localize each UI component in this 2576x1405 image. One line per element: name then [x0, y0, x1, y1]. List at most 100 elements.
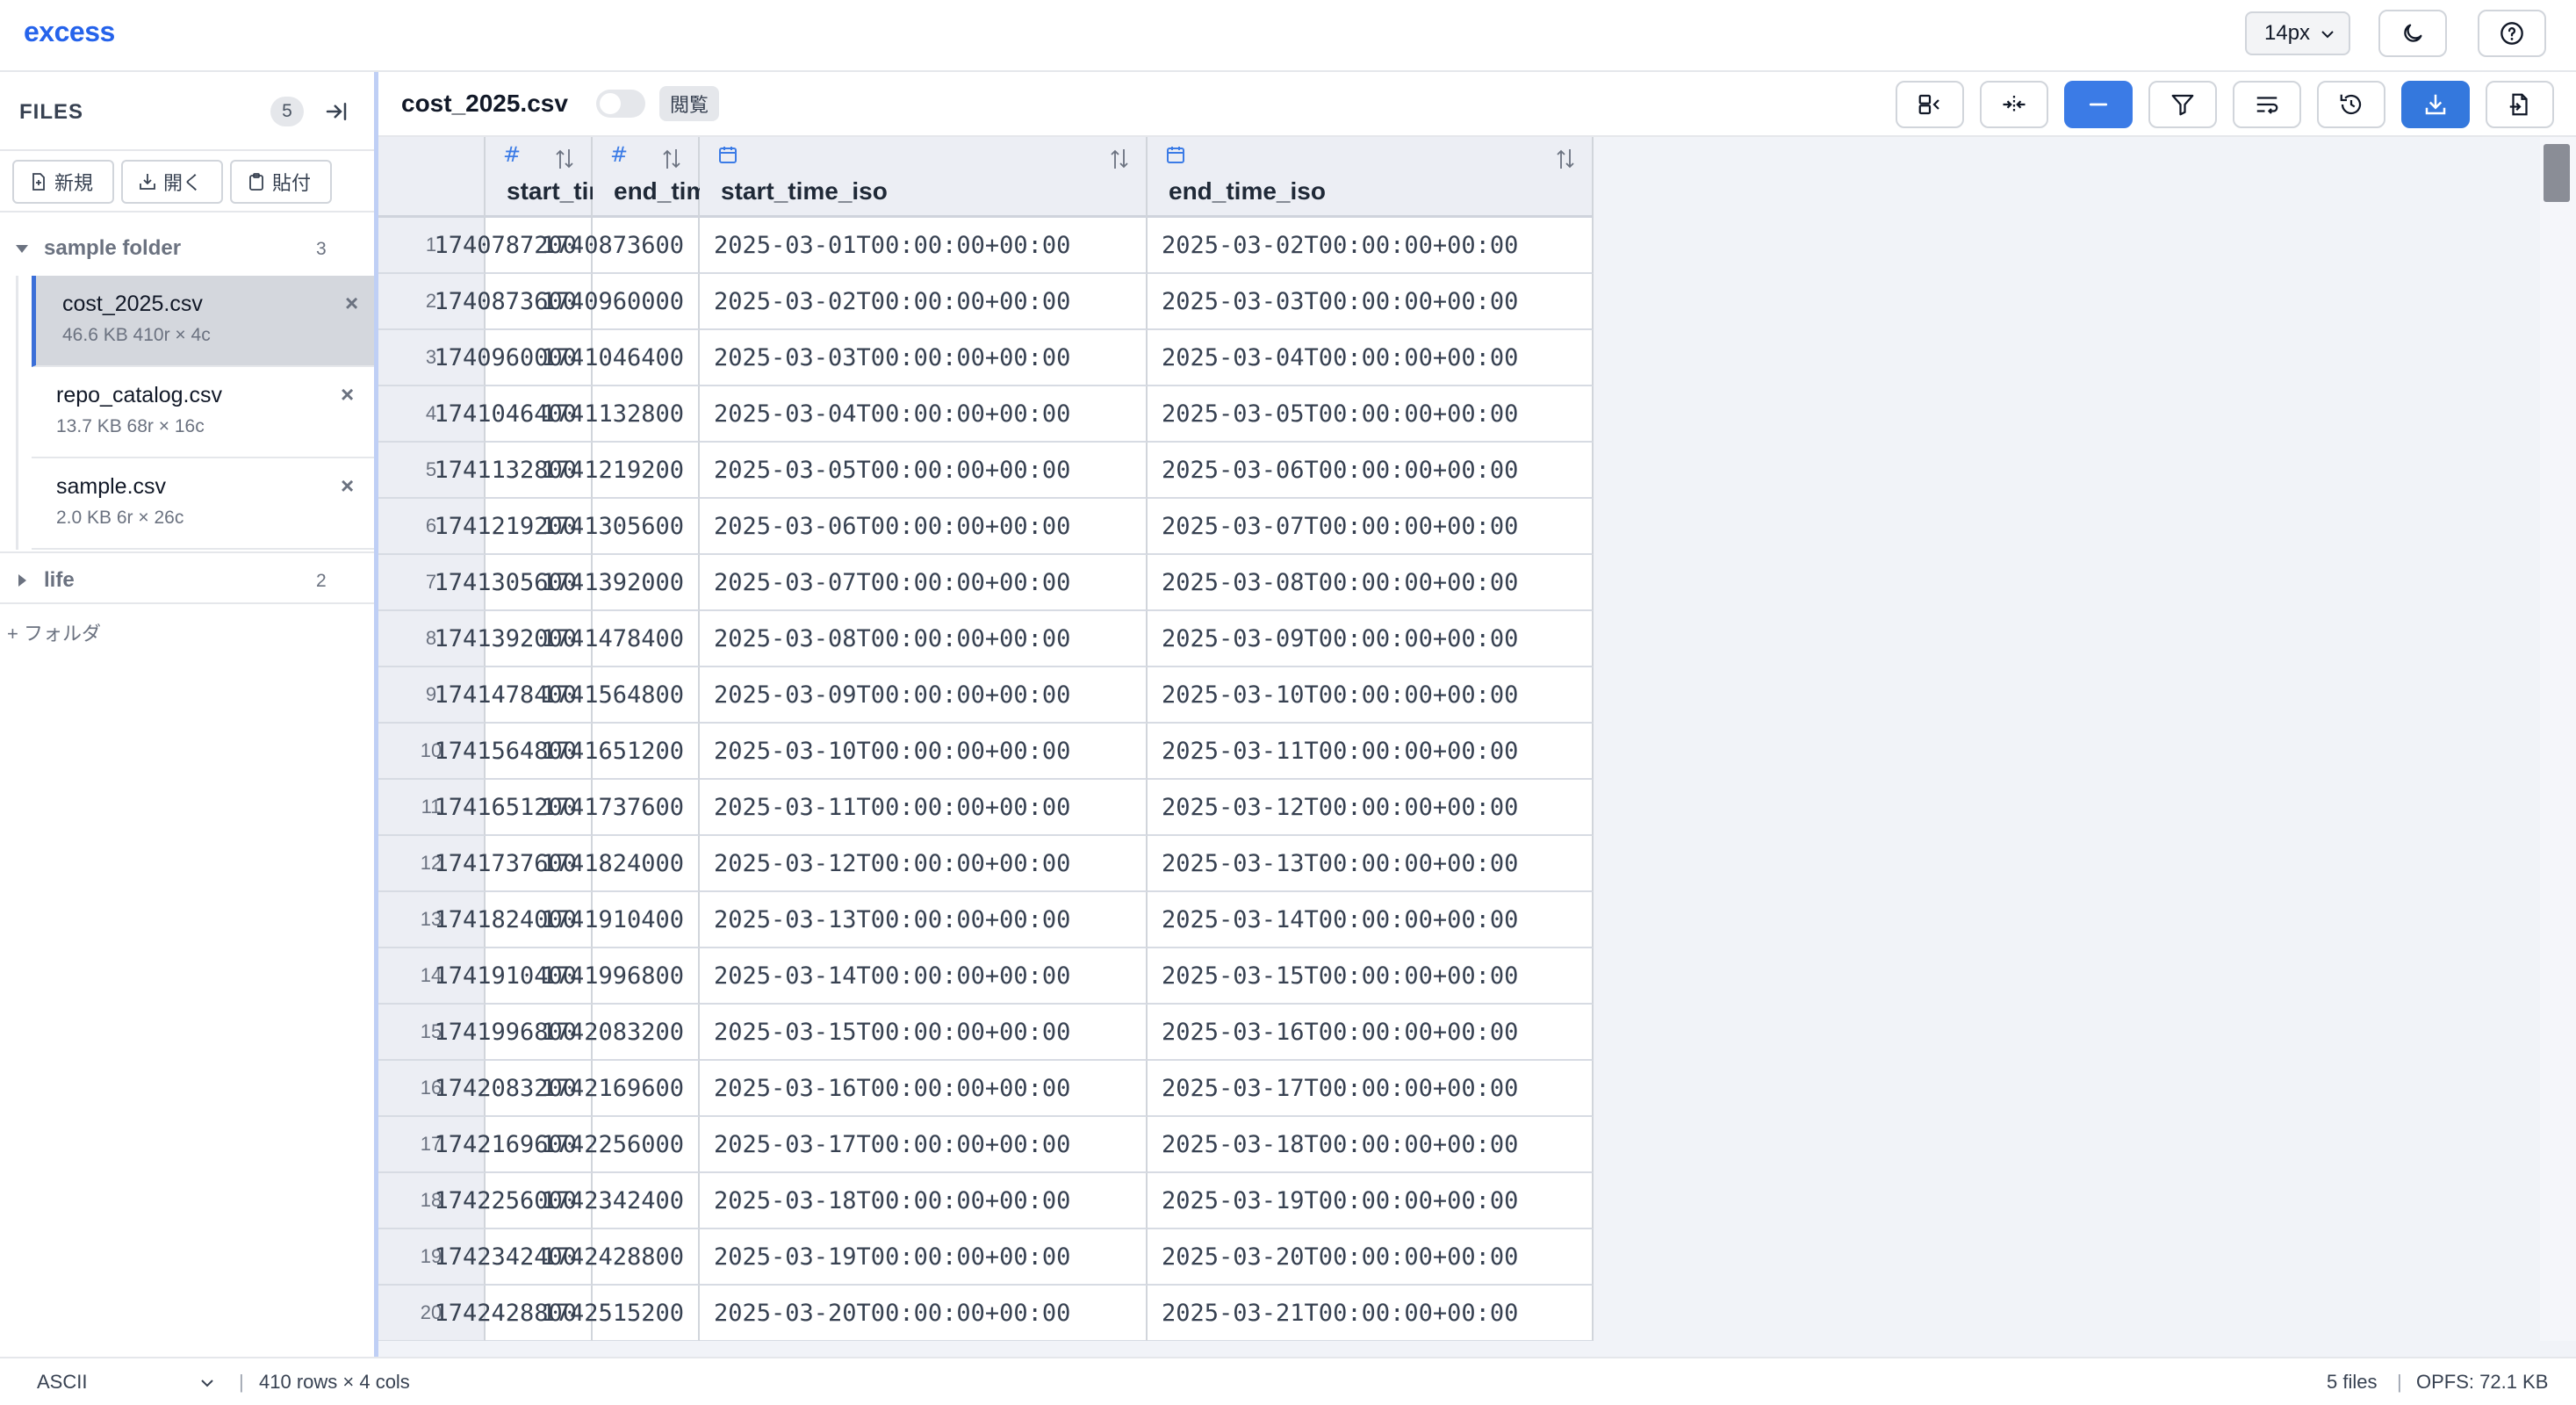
cell-start-time-iso[interactable]: 2025-03-18T00:00:00+00:00: [700, 1173, 1148, 1229]
cell-end-time[interactable]: 1741910400: [541, 892, 700, 948]
column-name: start_time_iso: [721, 177, 888, 205]
cell-end-time-iso[interactable]: 2025-03-05T00:00:00+00:00: [1148, 386, 1594, 443]
cell-end-time[interactable]: 1741824000: [541, 836, 700, 892]
file-item-repo-catalog[interactable]: repo_catalog.csv 13.7 KB 68r × 16c ×: [32, 367, 376, 458]
cell-start-time-iso[interactable]: 2025-03-16T00:00:00+00:00: [700, 1061, 1148, 1117]
cell-end-time-iso[interactable]: 2025-03-09T00:00:00+00:00: [1148, 611, 1594, 667]
cell-start-time-iso[interactable]: 2025-03-06T00:00:00+00:00: [700, 499, 1148, 555]
cell-start-time-iso[interactable]: 2025-03-02T00:00:00+00:00: [700, 274, 1148, 330]
cell-end-time-iso[interactable]: 2025-03-18T00:00:00+00:00: [1148, 1117, 1594, 1173]
history-button[interactable]: [2317, 81, 2385, 128]
cell-start-time-iso[interactable]: 2025-03-07T00:00:00+00:00: [700, 555, 1148, 611]
cell-start-time-iso[interactable]: 2025-03-20T00:00:00+00:00: [700, 1286, 1148, 1341]
cell-start-time-iso[interactable]: 2025-03-03T00:00:00+00:00: [700, 330, 1148, 386]
scrollbar-thumb[interactable]: [2544, 144, 2570, 202]
file-item-sample[interactable]: sample.csv 2.0 KB 6r × 26c ×: [32, 458, 376, 550]
cell-end-time-iso[interactable]: 2025-03-19T00:00:00+00:00: [1148, 1173, 1594, 1229]
cell-end-time-iso[interactable]: 2025-03-08T00:00:00+00:00: [1148, 555, 1594, 611]
cell-end-time[interactable]: 1741996800: [541, 948, 700, 1005]
sort-icon[interactable]: [661, 146, 682, 172]
cell-end-time-iso[interactable]: 2025-03-14T00:00:00+00:00: [1148, 892, 1594, 948]
export-button[interactable]: [2486, 81, 2554, 128]
paste-button[interactable]: 貼付: [230, 160, 332, 204]
cell-start-time-iso[interactable]: 2025-03-14T00:00:00+00:00: [700, 948, 1148, 1005]
cell-end-time-iso[interactable]: 2025-03-11T00:00:00+00:00: [1148, 724, 1594, 780]
cell-end-time[interactable]: 1742083200: [541, 1005, 700, 1061]
compact-view-button[interactable]: [2064, 81, 2133, 128]
cell-start-time-iso[interactable]: 2025-03-01T00:00:00+00:00: [700, 218, 1148, 274]
cell-end-time-iso[interactable]: 2025-03-07T00:00:00+00:00: [1148, 499, 1594, 555]
cell-end-time[interactable]: 1742428800: [541, 1229, 700, 1286]
help-button[interactable]: [2478, 10, 2546, 57]
cell-start-time-iso[interactable]: 2025-03-15T00:00:00+00:00: [700, 1005, 1148, 1061]
cell-end-time[interactable]: 1740960000: [541, 274, 700, 330]
cell-end-time[interactable]: 1741651200: [541, 724, 700, 780]
folder-life[interactable]: life 2: [0, 551, 376, 604]
insert-column-button[interactable]: [1896, 81, 1964, 128]
column-header-end-time[interactable]: # end_time: [593, 137, 722, 218]
cell-end-time[interactable]: 1741132800: [541, 386, 700, 443]
cell-start-time-iso[interactable]: 2025-03-19T00:00:00+00:00: [700, 1229, 1148, 1286]
cell-start-time-iso[interactable]: 2025-03-13T00:00:00+00:00: [700, 892, 1148, 948]
sort-icon[interactable]: [1555, 146, 1576, 172]
open-file-button[interactable]: 開く: [121, 160, 223, 204]
cell-end-time[interactable]: 1740873600: [541, 218, 700, 274]
file-item-cost-2025[interactable]: cost_2025.csv 46.6 KB 410r × 4c ×: [32, 276, 376, 367]
sort-icon[interactable]: [554, 146, 575, 172]
filter-button[interactable]: [2148, 81, 2217, 128]
cell-end-time[interactable]: 1741737600: [541, 780, 700, 836]
cell-end-time[interactable]: 1741564800: [541, 667, 700, 724]
cell-end-time-iso[interactable]: 2025-03-17T00:00:00+00:00: [1148, 1061, 1594, 1117]
cell-end-time-iso[interactable]: 2025-03-21T00:00:00+00:00: [1148, 1286, 1594, 1341]
cell-end-time[interactable]: 1742342400: [541, 1173, 700, 1229]
cell-end-time-iso[interactable]: 2025-03-16T00:00:00+00:00: [1148, 1005, 1594, 1061]
cell-end-time[interactable]: 1741219200: [541, 443, 700, 499]
encoding-select[interactable]: ASCII: [37, 1371, 87, 1394]
folder-sample-folder[interactable]: sample folder 3: [0, 221, 376, 274]
cell-end-time-iso[interactable]: 2025-03-15T00:00:00+00:00: [1148, 948, 1594, 1005]
cell-end-time-iso[interactable]: 2025-03-06T00:00:00+00:00: [1148, 443, 1594, 499]
cell-end-time-iso[interactable]: 2025-03-10T00:00:00+00:00: [1148, 667, 1594, 724]
cell-start-time-iso[interactable]: 2025-03-05T00:00:00+00:00: [700, 443, 1148, 499]
cell-start-time-iso[interactable]: 2025-03-09T00:00:00+00:00: [700, 667, 1148, 724]
column-header-start-time[interactable]: # start_time: [486, 137, 624, 218]
cell-end-time[interactable]: 1742256000: [541, 1117, 700, 1173]
fit-columns-button[interactable]: [1980, 81, 2048, 128]
app-logo[interactable]: excess: [24, 16, 115, 48]
cell-end-time[interactable]: 1741392000: [541, 555, 700, 611]
add-folder-link[interactable]: + フォルダ: [7, 618, 101, 646]
sort-icon[interactable]: [1109, 146, 1130, 172]
wrap-text-button[interactable]: [2233, 81, 2301, 128]
edit-mode-toggle[interactable]: [596, 90, 645, 118]
font-size-select[interactable]: 14px: [2245, 11, 2350, 55]
new-file-button[interactable]: 新規: [12, 160, 114, 204]
cell-end-time-iso[interactable]: 2025-03-12T00:00:00+00:00: [1148, 780, 1594, 836]
vertical-scrollbar[interactable]: [2540, 137, 2576, 1341]
close-file-button[interactable]: ×: [341, 381, 354, 408]
cell-start-time-iso[interactable]: 2025-03-17T00:00:00+00:00: [700, 1117, 1148, 1173]
cell-end-time[interactable]: 1741478400: [541, 611, 700, 667]
cell-end-time-iso[interactable]: 2025-03-02T00:00:00+00:00: [1148, 218, 1594, 274]
main-area: cost_2025.csv 閲覧 # start_time # end_time…: [378, 72, 2576, 1357]
table-row: 6 1741219200 1741305600 2025-03-06T00:00:00…: [378, 499, 1760, 555]
column-header-start-time-iso[interactable]: start_time_iso: [700, 137, 1148, 218]
column-header-end-time-iso[interactable]: end_time_iso: [1148, 137, 1594, 218]
dark-mode-button[interactable]: [2378, 10, 2447, 57]
close-file-button[interactable]: ×: [341, 472, 354, 500]
cell-start-time-iso[interactable]: 2025-03-12T00:00:00+00:00: [700, 836, 1148, 892]
cell-start-time-iso[interactable]: 2025-03-04T00:00:00+00:00: [700, 386, 1148, 443]
cell-end-time[interactable]: 1741046400: [541, 330, 700, 386]
collapse-sidebar-icon[interactable]: [323, 98, 349, 125]
cell-end-time[interactable]: 1741305600: [541, 499, 700, 555]
cell-end-time-iso[interactable]: 2025-03-13T00:00:00+00:00: [1148, 836, 1594, 892]
cell-start-time-iso[interactable]: 2025-03-11T00:00:00+00:00: [700, 780, 1148, 836]
cell-end-time-iso[interactable]: 2025-03-20T00:00:00+00:00: [1148, 1229, 1594, 1286]
cell-end-time-iso[interactable]: 2025-03-04T00:00:00+00:00: [1148, 330, 1594, 386]
download-button[interactable]: [2401, 81, 2470, 128]
cell-start-time-iso[interactable]: 2025-03-08T00:00:00+00:00: [700, 611, 1148, 667]
cell-end-time[interactable]: 1742515200: [541, 1286, 700, 1341]
cell-start-time-iso[interactable]: 2025-03-10T00:00:00+00:00: [700, 724, 1148, 780]
close-file-button[interactable]: ×: [345, 290, 358, 317]
cell-end-time-iso[interactable]: 2025-03-03T00:00:00+00:00: [1148, 274, 1594, 330]
cell-end-time[interactable]: 1742169600: [541, 1061, 700, 1117]
